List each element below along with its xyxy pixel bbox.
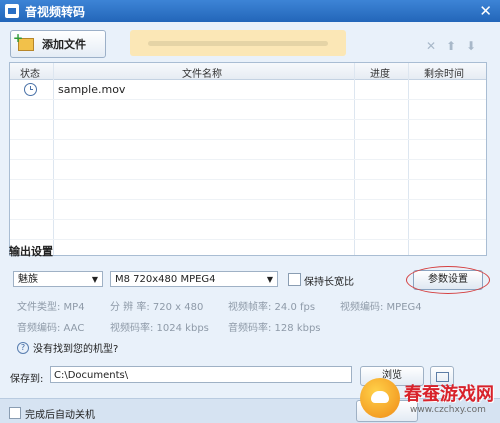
device-brand-select[interactable]: 魅族 ▼: [13, 271, 103, 287]
close-icon[interactable]: ✕: [479, 2, 492, 20]
silkworm-logo-icon: [360, 378, 400, 418]
info-frame-rate: 视频帧率: 24.0 fps: [228, 302, 316, 313]
watermark-url: www.czchxy.com: [410, 405, 486, 415]
save-path-input[interactable]: C:\Documents\: [50, 366, 352, 383]
info-audio-bitrate: 音频码率: 128 kbps: [228, 323, 321, 334]
format-select[interactable]: M8 720x480 MPEG4 ▼: [110, 271, 278, 287]
column-header-status[interactable]: 状态: [20, 65, 40, 80]
arrow-up-icon[interactable]: ⬆: [446, 39, 456, 53]
format-value: M8 720x480 MPEG4: [115, 274, 216, 285]
add-file-button[interactable]: 添加文件: [10, 30, 106, 58]
keep-ratio-checkbox[interactable]: [288, 273, 301, 286]
column-header-progress[interactable]: 进度: [370, 65, 390, 80]
info-audio-codec: 音频编码: AAC: [17, 323, 85, 334]
table-row-empty: [10, 160, 486, 180]
device-brand-value: 魅族: [18, 274, 38, 285]
add-folder-icon: [13, 31, 34, 51]
column-header-remaining[interactable]: 剩余时间: [424, 65, 464, 80]
table-row-empty: [10, 200, 486, 220]
info-video-bitrate: 视频码率: 1024 kbps: [110, 323, 209, 334]
column-header-filename[interactable]: 文件名称: [182, 65, 222, 80]
help-link-text: 没有找到您的机型?: [33, 344, 119, 355]
title-bar: 音视频转码 ✕: [0, 0, 500, 22]
highlight-circle: [406, 266, 490, 294]
chevron-down-icon: ▼: [266, 275, 273, 284]
file-table: 状态 文件名称 进度 剩余时间 sample.mov: [9, 62, 487, 256]
info-resolution: 分 辨 率: 720 x 480: [110, 302, 204, 313]
arrow-down-icon[interactable]: ⬇: [466, 39, 476, 53]
table-header: 状态 文件名称 进度 剩余时间: [10, 63, 486, 80]
watermark-title: 春蚕游戏网: [404, 384, 494, 405]
save-to-label: 保存到:: [10, 374, 44, 385]
info-file-type: 文件类型: MP4: [17, 302, 85, 313]
info-video-codec: 视频编码: MPEG4: [340, 302, 422, 313]
app-icon: [5, 4, 19, 18]
question-icon: ?: [17, 341, 29, 354]
auto-shutdown-checkbox[interactable]: [9, 407, 21, 419]
output-settings-label: 输出设置: [9, 245, 53, 258]
window-title: 音视频转码: [25, 4, 86, 19]
auto-shutdown-label: 完成后自动关机: [25, 410, 95, 421]
keep-ratio-label: 保持长宽比: [304, 277, 354, 288]
main-panel: 添加文件 ✕ ⬆ ⬇ 状态 文件名称 进度 剩余时间 sample.mov 输出…: [0, 22, 500, 423]
x-icon[interactable]: ✕: [426, 39, 436, 53]
clock-icon: [24, 83, 37, 96]
chevron-down-icon: ▼: [91, 275, 98, 284]
file-name: sample.mov: [58, 83, 126, 96]
toolbar: 添加文件 ✕ ⬆ ⬇: [0, 22, 500, 62]
table-row-empty: [10, 120, 486, 140]
watermark-logo: 春蚕游戏网 www.czchxy.com: [360, 372, 500, 422]
table-row-empty: [10, 220, 486, 240]
blurred-hint-text: [148, 41, 328, 46]
hint-banner: [130, 30, 346, 56]
table-row-empty: [10, 180, 486, 200]
table-row[interactable]: sample.mov: [10, 80, 486, 100]
table-row-empty: [10, 100, 486, 120]
add-file-label: 添加文件: [42, 38, 86, 51]
help-link[interactable]: ? 没有找到您的机型?: [17, 340, 118, 355]
table-row-empty: [10, 140, 486, 160]
